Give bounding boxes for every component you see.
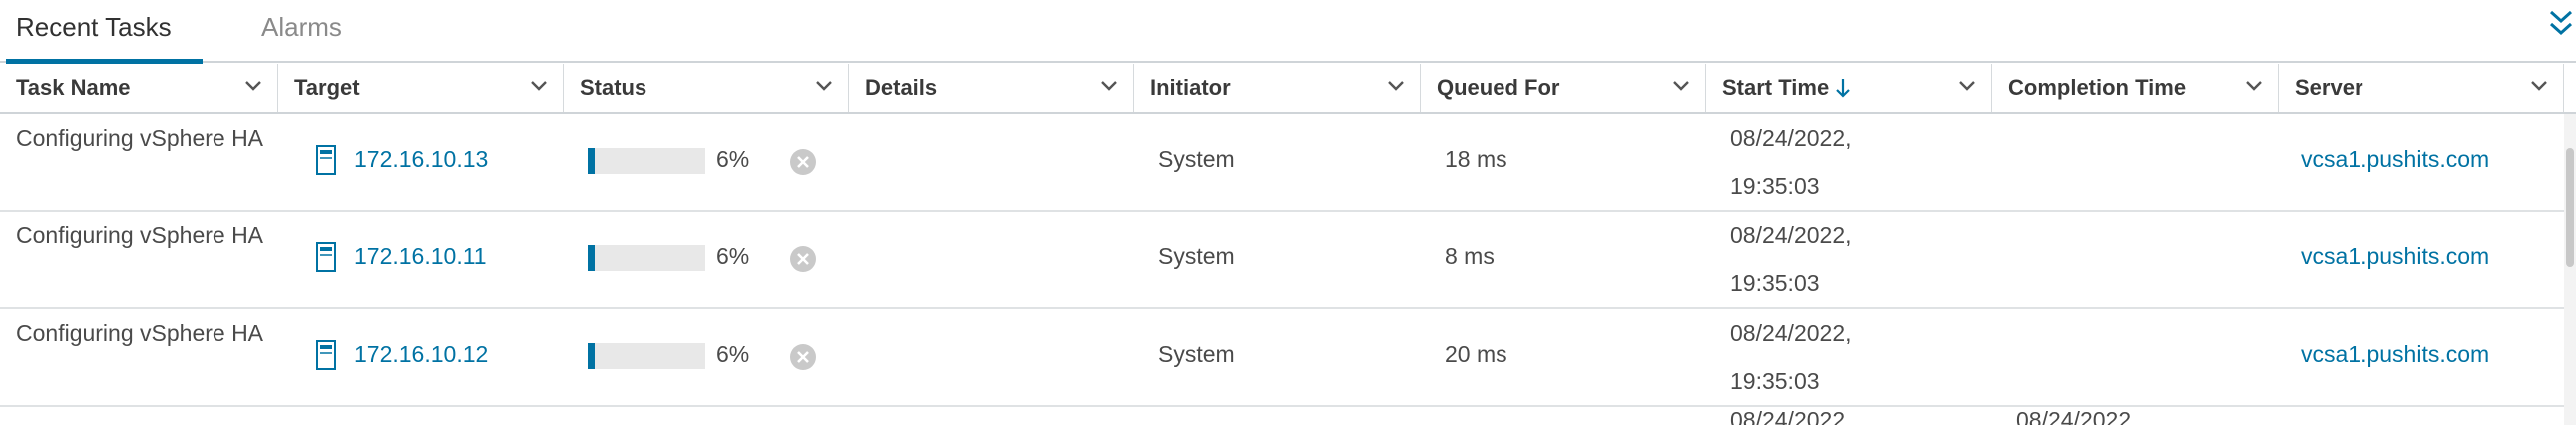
column-header-label: Status [580,75,647,100]
progress-bar [588,245,705,271]
queued-for-cell: 8 ms [1445,243,1495,269]
vertical-scrollbar[interactable] [2564,114,2576,425]
chevron-down-icon[interactable] [1099,79,1119,93]
initiator-cell: System [1158,243,1235,269]
column-header-queued-for[interactable]: Queued For [1421,64,1706,112]
target-link[interactable]: 172.16.10.11 [354,243,487,270]
host-server-icon [316,242,336,272]
progress-bar [588,148,705,174]
progress-fill [588,245,596,271]
progress-fill [588,343,596,369]
table-row[interactable]: Configuring vSphere HA 172.16.10.12 6% S… [0,309,2564,407]
server-link[interactable]: vcsa1.pushits.com [2301,243,2489,270]
tab-recent-tasks[interactable]: Recent Tasks [16,12,172,43]
chevron-down-icon[interactable] [1957,79,1977,93]
start-time-cell: 08/24/2022 [1730,411,1846,425]
column-header-label: Target [294,75,360,100]
chevron-down-icon[interactable] [1386,79,1406,93]
column-header-label: Start Time [1722,75,1830,100]
target-link[interactable]: 172.16.10.13 [354,146,488,173]
cancel-circle-icon[interactable] [789,343,817,371]
server-link[interactable]: vcsa1.pushits.com [2301,341,2489,368]
cancel-circle-icon[interactable] [789,245,817,273]
table-row[interactable]: Configuring vSphere HA 172.16.10.11 6% S… [0,212,2564,309]
chevron-down-icon[interactable] [243,79,263,93]
initiator-cell: System [1158,341,1235,367]
column-header-label: Completion Time [2008,75,2187,100]
column-header-initiator[interactable]: Initiator [1134,64,1421,112]
column-header-task-name[interactable]: Task Name [0,64,278,112]
task-name-cell: Configuring vSphere HA [16,222,264,248]
progress-fill [588,148,596,174]
column-header-label: Queued For [1437,75,1560,100]
table-row[interactable]: Configuring vSphere HA 172.16.10.13 6% S… [0,114,2564,212]
table-header: Task Name Target Status Details Initiato… [0,64,2576,114]
column-header-completion-time[interactable]: Completion Time [1992,64,2279,112]
progress-percent: 6% [716,146,750,172]
progress-bar [588,343,705,369]
chevron-down-icon[interactable] [529,79,549,93]
target-link[interactable]: 172.16.10.12 [354,341,488,368]
column-header-label-wrap: Start Time [1722,75,1851,101]
host-server-icon [316,145,336,175]
start-time-cell: 08/24/2022, 19:35:03 [1730,125,1852,199]
table-row-partial[interactable]: 08/24/2022 08/24/2022 [0,411,2564,425]
chevron-down-icon[interactable] [2529,79,2549,93]
start-time-cell: 08/24/2022, 19:35:03 [1730,320,1852,394]
column-header-start-time[interactable]: Start Time [1706,64,1992,112]
tab-alarms[interactable]: Alarms [261,12,342,43]
server-link[interactable]: vcsa1.pushits.com [2301,146,2489,173]
arrow-down-icon[interactable] [1835,77,1851,99]
queued-for-cell: 18 ms [1445,146,1507,172]
column-header-server[interactable]: Server [2279,64,2564,112]
column-header-status[interactable]: Status [564,64,849,112]
chevron-down-icon[interactable] [1671,79,1691,93]
progress-percent: 6% [716,243,750,269]
completion-time-cell: 08/24/2022 [2016,411,2132,425]
tab-bar: Recent Tasks Alarms [0,0,2576,64]
chevron-down-icon[interactable] [814,79,834,93]
task-name-cell: Configuring vSphere HA [16,320,264,346]
scrollbar-thumb[interactable] [2566,148,2574,267]
column-header-label: Task Name [16,75,131,100]
initiator-cell: System [1158,146,1235,172]
progress-percent: 6% [716,341,750,367]
host-server-icon [316,340,336,370]
column-header-details[interactable]: Details [849,64,1134,112]
double-chevron-down-icon[interactable] [2546,6,2576,42]
queued-for-cell: 20 ms [1445,341,1507,367]
start-time-cell: 08/24/2022, 19:35:03 [1730,222,1852,296]
cancel-circle-icon[interactable] [789,148,817,176]
column-header-label: Details [865,75,938,100]
column-header-target[interactable]: Target [278,64,564,112]
chevron-down-icon[interactable] [2244,79,2264,93]
column-header-label: Server [2295,75,2363,100]
column-header-label: Initiator [1150,75,1231,100]
task-name-cell: Configuring vSphere HA [16,125,264,151]
